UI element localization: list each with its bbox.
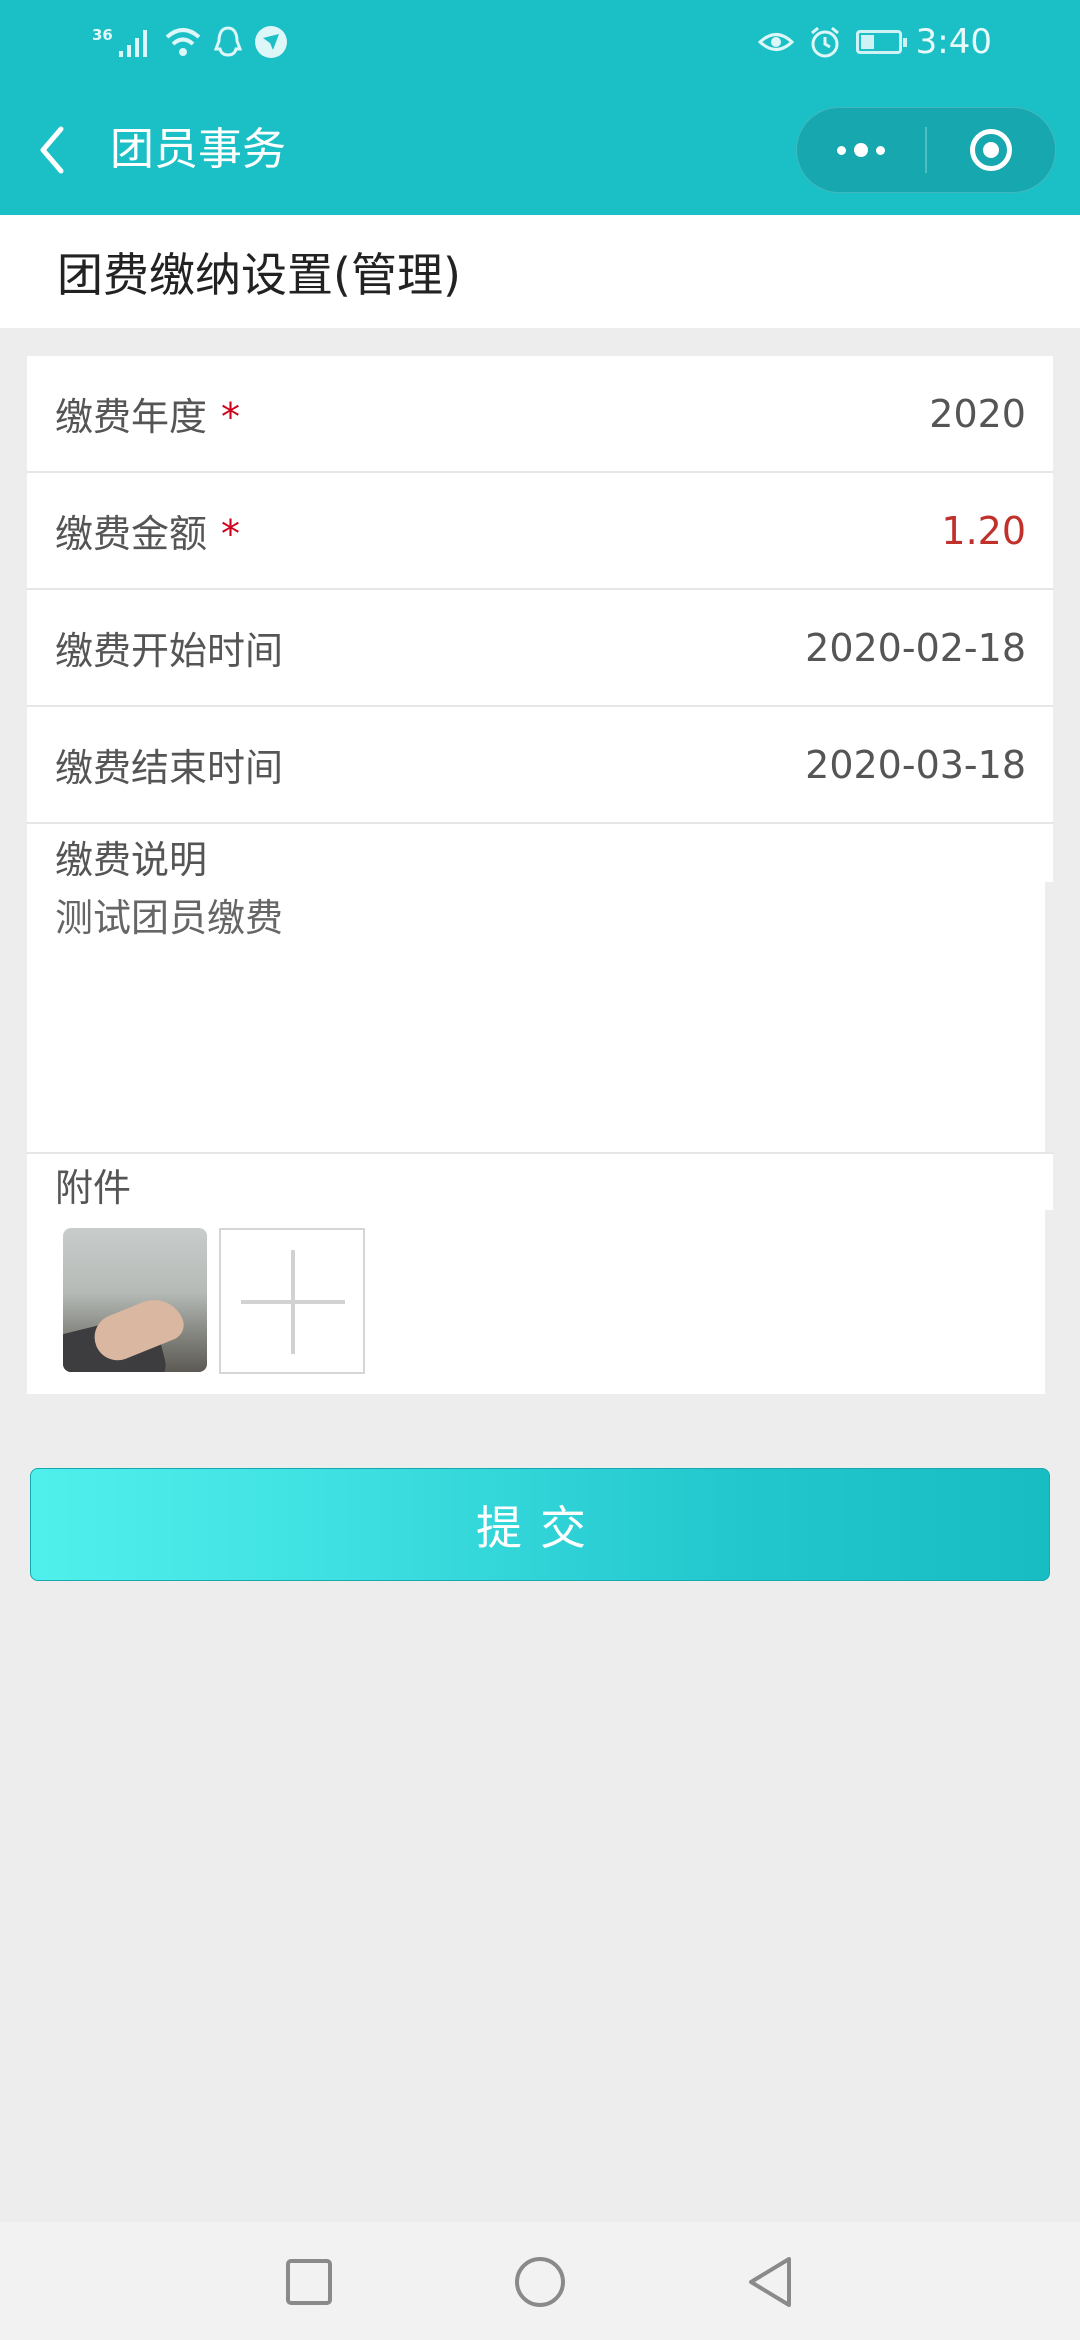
start-date-label: 缴费开始时间 [55, 629, 284, 673]
attachment-thumbnail[interactable] [63, 1228, 207, 1372]
more-dots-icon [837, 143, 885, 157]
target-icon [970, 129, 1012, 171]
circle-icon [515, 2257, 565, 2307]
back-nav-button[interactable] [740, 2252, 800, 2312]
chevron-left-icon [40, 126, 64, 174]
back-button[interactable] [30, 118, 74, 182]
end-date-row[interactable]: 缴费结束时间 2020-03-18 [27, 707, 1053, 824]
more-menu-button[interactable] [797, 108, 925, 192]
start-date-value: 2020-02-18 [805, 625, 1026, 670]
battery-level-fill [860, 35, 874, 49]
year-label: 缴费年度 [55, 395, 208, 439]
required-mark: * [221, 395, 241, 439]
wifi-icon [165, 28, 201, 56]
miniprogram-capsule [796, 107, 1056, 193]
app-header: 36 3:40 团员事务 [0, 0, 1080, 215]
amount-row[interactable]: 缴费金额 * 1.20 [27, 473, 1053, 590]
attachment-label: 附件 [55, 1166, 132, 1210]
end-date-label: 缴费结束时间 [55, 746, 284, 790]
attachment-list [55, 1228, 1025, 1374]
home-button[interactable] [510, 2252, 570, 2312]
attachment-section: 附件 [27, 1154, 1053, 1394]
signal-icon [118, 30, 147, 57]
fee-settings-form: 缴费年度 * 2020 缴费金额 * 1.20 缴费开始时间 2020-02-18 … [27, 356, 1053, 1394]
year-row[interactable]: 缴费年度 * 2020 [27, 356, 1053, 473]
year-value: 2020 [929, 391, 1026, 436]
system-navigation-bar [0, 2222, 1080, 2340]
amount-label: 缴费金额 [55, 512, 208, 556]
close-miniprogram-button[interactable] [927, 108, 1055, 192]
status-bar-right: 3:40 [757, 18, 992, 66]
alarm-icon [810, 26, 839, 58]
page-header: 团费缴纳设置(管理) [0, 215, 1080, 328]
status-time: 3:40 [915, 22, 992, 62]
app-notification-icon [254, 26, 287, 58]
eye-comfort-icon [757, 33, 794, 51]
add-attachment-button[interactable] [219, 1228, 365, 1374]
page-title: 团费缴纳设置(管理) [57, 248, 461, 302]
required-mark: * [221, 512, 241, 556]
qq-icon [213, 26, 243, 57]
battery-icon [855, 30, 907, 54]
square-icon [286, 2259, 332, 2305]
network-type: 36 [92, 26, 113, 44]
status-bar-left: 36 [92, 22, 289, 62]
start-date-row[interactable]: 缴费开始时间 2020-02-18 [27, 590, 1053, 707]
triangle-back-icon [749, 2257, 791, 2307]
end-date-value: 2020-03-18 [805, 742, 1026, 787]
recent-apps-button[interactable] [279, 2252, 339, 2312]
description-text: 测试团员缴费 [55, 896, 284, 940]
description-label: 缴费说明 [55, 838, 208, 882]
nav-title: 团员事务 [110, 124, 286, 175]
description-textarea[interactable]: 缴费说明 测试团员缴费 [27, 824, 1053, 1154]
submit-button[interactable]: 提交 [30, 1468, 1050, 1581]
amount-value: 1.20 [941, 508, 1026, 553]
